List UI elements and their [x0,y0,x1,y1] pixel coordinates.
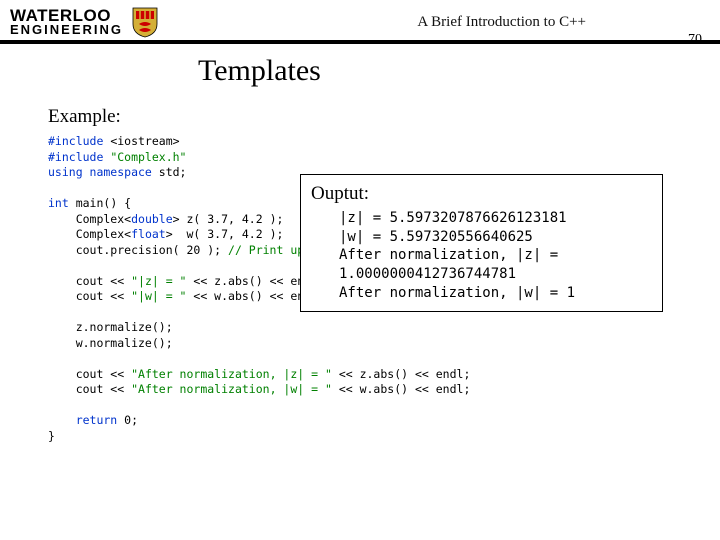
kw-using: using namespace [48,165,152,179]
code-text: > z( 3.7, 4.2 ); [173,212,284,226]
code-text: std; [152,165,187,179]
output-line: |z| = 5.5973207876626123181 [311,209,652,228]
code-text: << w.abs() << endl; [332,382,470,396]
header-bar: WATERLOO ENGINEERING A Brief Introductio… [0,0,720,40]
output-line: After normalization, |z| = 1.00000004127… [311,246,652,284]
code-text: } [48,429,55,443]
brand-text: WATERLOO ENGINEERING [10,8,123,36]
string-literal: "After normalization, |w| = " [131,382,332,396]
code-text: main() { [69,196,131,210]
code-text: Complex< [48,227,131,241]
code-text: w.normalize(); [48,336,173,350]
code-text: << z.abs() << endl; [332,367,470,381]
string-literal: "|z| = " [131,274,186,288]
example-label: Example: [48,106,698,128]
string-literal: "Complex.h" [103,150,186,164]
code-text: cout << [48,382,131,396]
code-text: 0; [117,413,138,427]
output-line: After normalization, |w| = 1 [311,284,652,303]
output-title: Ouptut: [311,181,652,207]
kw-include: #include [48,134,103,148]
slide-body: Templates Example: #include <iostream> #… [0,44,720,444]
code-text: Complex< [48,212,131,226]
code-text: cout << [48,274,131,288]
kw-int: int [48,196,69,210]
document-title: A Brief Introduction to C++ [417,14,586,31]
string-literal: "After normalization, |z| = " [131,367,332,381]
code-text: cout.precision( 20 ); [48,243,228,257]
code-text: cout << [48,289,131,303]
crest-icon [131,6,159,38]
output-line: |w| = 5.597320556640625 [311,228,652,247]
code-text: <iostream> [103,134,179,148]
output-box: Ouptut: |z| = 5.5973207876626123181 |w| … [300,174,663,312]
code-text: z.normalize(); [48,320,173,334]
brand-bottom: ENGINEERING [10,24,123,36]
string-literal: "|w| = " [131,289,186,303]
code-text: cout << [48,367,131,381]
slide-title: Templates [198,54,698,88]
kw-float: float [131,227,166,241]
kw-double: double [131,212,173,226]
kw-include: #include [48,150,103,164]
code-text: > w( 3.7, 4.2 ); [166,227,284,241]
brand: WATERLOO ENGINEERING [10,6,159,38]
kw-return: return [48,413,117,427]
